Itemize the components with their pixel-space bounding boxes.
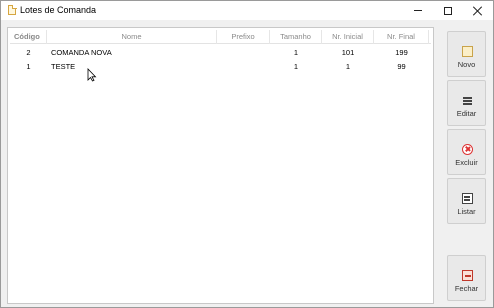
cell-nr-final: 99 <box>397 62 406 71</box>
close-icon <box>473 6 483 16</box>
column-header-tamanho[interactable]: Tamanho <box>270 30 322 44</box>
novo-button[interactable]: Novo <box>447 31 486 77</box>
editar-button[interactable]: Editar <box>447 80 486 126</box>
column-header-nr-inicial[interactable]: Nr. Inicial <box>322 30 374 44</box>
close-button[interactable] <box>463 1 493 20</box>
minimize-button[interactable] <box>403 1 433 20</box>
exit-icon <box>462 270 473 281</box>
table-row[interactable]: 2 COMANDA NOVA 1 101 199 <box>10 46 431 59</box>
fechar-label: Fechar <box>454 284 479 293</box>
window-title: Lotes de Comanda <box>20 5 97 15</box>
cell-codigo: 2 <box>26 48 31 57</box>
cell-nr-inicial: 101 <box>341 48 355 57</box>
listar-label: Listar <box>457 207 476 216</box>
title-bar[interactable]: Lotes de Comanda <box>1 1 493 20</box>
excluir-label: Excluir <box>455 158 478 167</box>
grid-panel: Código Nome Prefixo Tamanho Nr. Inicial … <box>7 27 434 304</box>
column-header-nome[interactable]: Nome <box>47 30 217 44</box>
app-icon <box>8 5 17 15</box>
new-document-icon <box>462 46 473 57</box>
column-header-codigo[interactable]: Código <box>10 30 47 44</box>
action-sidebar: Novo Editar Excluir Listar Fechar <box>441 27 493 307</box>
column-header-nr-final[interactable]: Nr. Final <box>374 30 429 44</box>
cell-nr-final: 199 <box>395 48 408 57</box>
cell-nr-inicial: 1 <box>345 62 351 71</box>
window: Lotes de Comanda Código Nome Prefixo Tam… <box>0 0 494 308</box>
cell-tamanho: 1 <box>293 48 299 57</box>
cell-codigo: 1 <box>26 62 31 71</box>
minimize-icon <box>414 10 422 11</box>
delete-icon <box>462 144 473 155</box>
print-list-icon <box>462 193 473 204</box>
fechar-button[interactable]: Fechar <box>447 255 486 301</box>
cell-prefixo <box>217 60 270 73</box>
grid-header: Código Nome Prefixo Tamanho Nr. Inicial … <box>10 30 431 44</box>
column-header-prefixo[interactable]: Prefixo <box>217 30 270 44</box>
novo-label: Novo <box>457 60 476 69</box>
cell-prefixo <box>217 46 270 59</box>
edit-list-icon <box>462 95 473 106</box>
maximize-icon <box>444 6 452 15</box>
editar-label: Editar <box>456 109 477 118</box>
maximize-button[interactable] <box>433 1 463 20</box>
table-row[interactable]: 1 TESTE 1 1 99 <box>10 60 431 73</box>
listar-button[interactable]: Listar <box>447 178 486 224</box>
cell-nome: TESTE <box>51 62 76 71</box>
cell-tamanho: 1 <box>293 62 299 71</box>
excluir-button[interactable]: Excluir <box>447 129 486 175</box>
cell-nome: COMANDA NOVA <box>51 48 112 57</box>
